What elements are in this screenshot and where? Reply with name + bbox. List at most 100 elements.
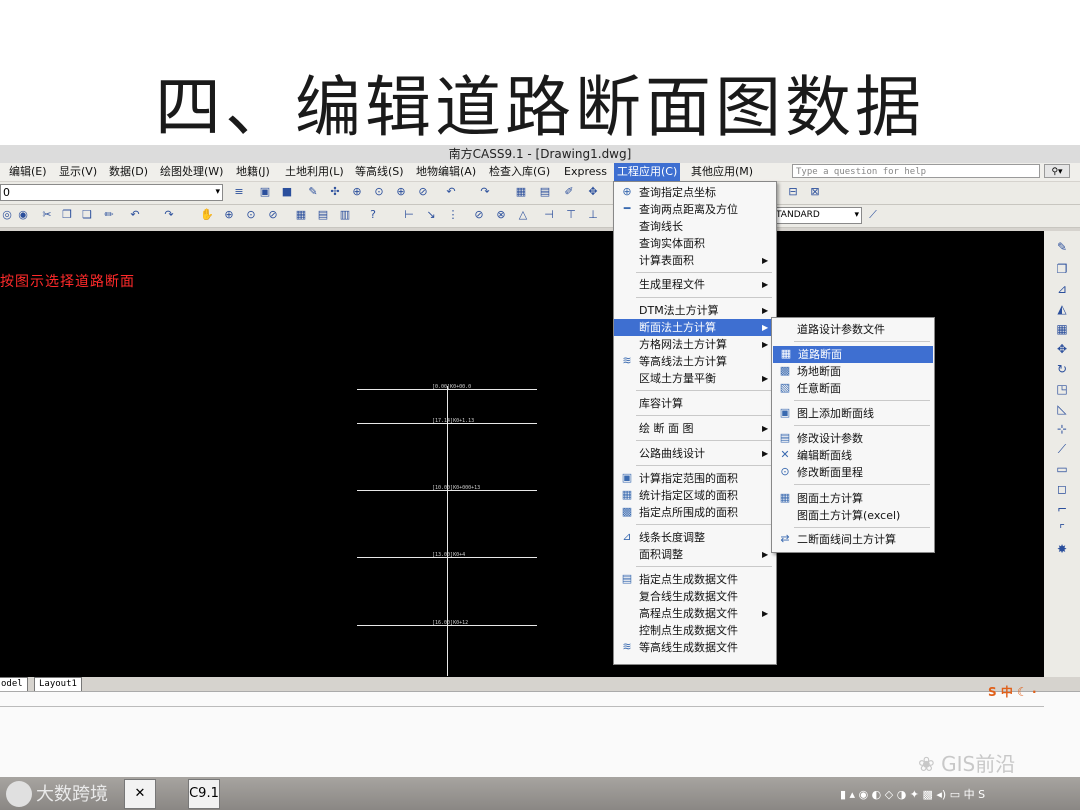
copy-icon[interactable]: ❐	[60, 208, 74, 222]
help-search-input[interactable]: Type a question for help	[792, 164, 1040, 178]
brush-icon[interactable]: ✐	[562, 185, 576, 199]
zoom-window-icon[interactable]: ⊕	[350, 185, 364, 199]
menu-item-capacity[interactable]: 库容计算	[614, 395, 776, 412]
tab-layout1[interactable]: Layout1	[34, 677, 82, 692]
help-icon[interactable]: ?	[366, 208, 380, 222]
design-icon[interactable]: ◉	[16, 208, 30, 222]
redo-icon[interactable]: ↷	[478, 185, 492, 199]
dim-ordinate-icon[interactable]: ⋮	[446, 208, 460, 222]
dim-continue-icon[interactable]: ⊤	[564, 208, 578, 222]
dim-quick-icon[interactable]: ⊥	[586, 208, 600, 222]
copy-object-icon[interactable]: ❐	[1054, 261, 1070, 277]
menu-express[interactable]: Express	[561, 163, 610, 181]
menu-item-control-datafile[interactable]: 控制点生成数据文件	[614, 622, 776, 639]
submenu-item-edit-section-line[interactable]: ✕ 编辑断面线	[772, 447, 934, 464]
menu-item-contour-datafile[interactable]: ≋ 等高线生成数据文件	[614, 639, 776, 656]
menu-item-elevation-datafile[interactable]: 高程点生成数据文件 ▶	[614, 605, 776, 622]
menu-item-draw-section[interactable]: 绘 断 面 图 ▶	[614, 420, 776, 437]
submenu-item-modify-param[interactable]: ▤ 修改设计参数	[772, 430, 934, 447]
tray-language[interactable]: 中	[964, 788, 975, 801]
join-icon[interactable]: ◻	[1054, 481, 1070, 497]
menu-item-range-area[interactable]: ▣ 计算指定范围的面积	[614, 470, 776, 487]
paste-icon[interactable]: ❑	[80, 208, 94, 222]
dim-radius-icon[interactable]: ⊘	[472, 208, 486, 222]
excel-app-icon[interactable]: ✕	[124, 779, 156, 809]
mirror-icon[interactable]: ⊿	[1054, 281, 1070, 297]
submenu-item-arbitrary-section[interactable]: ▧ 任意断面	[772, 380, 934, 397]
start-logo-icon[interactable]	[6, 781, 32, 807]
menu-other[interactable]: 其他应用(M)	[688, 163, 756, 181]
menu-check[interactable]: 检查入库(G)	[486, 163, 553, 181]
menu-edit[interactable]: 编辑(E)	[6, 163, 50, 181]
menu-item-surface-area[interactable]: 计算表面积 ▶	[614, 252, 776, 269]
dim-diameter-icon[interactable]: ⊗	[494, 208, 508, 222]
menu-engineering[interactable]: 工程应用(C)	[614, 163, 681, 181]
menu-item-area-adjust[interactable]: 面积调整 ▶	[614, 546, 776, 563]
menu-item-line-length[interactable]: ⊿ 线条长度调整	[614, 529, 776, 546]
break-icon[interactable]: ▭	[1054, 461, 1070, 477]
menu-data[interactable]: 数据(D)	[106, 163, 151, 181]
menu-drawing[interactable]: 绘图处理(W)	[157, 163, 226, 181]
submenu-item-road-design-file[interactable]: 道路设计参数文件	[772, 321, 934, 338]
offset-icon[interactable]: ◭	[1054, 301, 1070, 317]
menu-item-dtm-earthwork[interactable]: DTM法土方计算 ▶	[614, 302, 776, 319]
pencil-icon[interactable]: ✎	[306, 185, 320, 199]
move-icon[interactable]: ✥	[1054, 341, 1070, 357]
menu-contour[interactable]: 等高线(S)	[352, 163, 407, 181]
dim-baseline-icon[interactable]: ⊣	[542, 208, 556, 222]
trim-icon[interactable]: ⊹	[1054, 421, 1070, 437]
sheet-icon[interactable]: ▤	[316, 208, 330, 222]
zoom-in-icon[interactable]: ⊕	[394, 185, 408, 199]
dimstyle-select[interactable]: TANDARD ▾	[772, 207, 862, 224]
pan-icon[interactable]: ✋	[200, 208, 214, 222]
layer-manager-icon[interactable]: ≡	[232, 185, 246, 199]
dim-angle-icon[interactable]: △	[516, 208, 530, 222]
markup-icon[interactable]: ▥	[338, 208, 352, 222]
save-icon[interactable]: ■	[280, 185, 294, 199]
menu-item-contour-earthwork[interactable]: ≋ 等高线法土方计算	[614, 353, 776, 370]
menu-item-stat-area[interactable]: ▦ 统计指定区域的面积	[614, 487, 776, 504]
menu-item-mileage-file[interactable]: 生成里程文件 ▶	[614, 276, 776, 293]
chamfer-icon[interactable]: ⌐	[1054, 501, 1070, 517]
undo2-icon[interactable]: ↶	[128, 208, 142, 222]
zoom-window2-icon[interactable]: ⊙	[244, 208, 258, 222]
matchprop-icon[interactable]: ✏	[102, 208, 116, 222]
scale-icon[interactable]: ◳	[1054, 381, 1070, 397]
undo-icon[interactable]: ↶	[444, 185, 458, 199]
measure-icon[interactable]: ⊟	[786, 185, 800, 199]
submenu-item-two-section[interactable]: ⇄ 二断面线间土方计算	[772, 531, 934, 548]
dimension-icon[interactable]: ⊠	[808, 185, 822, 199]
menu-item-query-distance[interactable]: ━ 查询两点距离及方位	[614, 201, 776, 218]
zoom-prev2-icon[interactable]: ⊘	[266, 208, 280, 222]
fillet-icon[interactable]: ⌜	[1054, 521, 1070, 537]
submenu-item-earthwork[interactable]: ▦ 图面土方计算	[772, 490, 934, 507]
menu-feature-edit[interactable]: 地物编辑(A)	[413, 163, 479, 181]
dim-aligned-icon[interactable]: ↘	[424, 208, 438, 222]
zoom-icon[interactable]: ⊙	[372, 185, 386, 199]
submenu-item-road-section[interactable]: ▦ 道路断面	[773, 346, 933, 363]
menu-view[interactable]: 显示(V)	[56, 163, 100, 181]
menu-item-query-area[interactable]: 查询实体面积	[614, 235, 776, 252]
menu-item-query-length[interactable]: 查询线长	[614, 218, 776, 235]
menu-item-points-area[interactable]: ▩ 指定点所围成的面积	[614, 504, 776, 521]
table-icon[interactable]: ▤	[538, 185, 552, 199]
cut-icon[interactable]: ✂	[40, 208, 54, 222]
help-search-button[interactable]: ⚲▾	[1044, 164, 1070, 178]
zoom-prev-icon[interactable]: ⊘	[416, 185, 430, 199]
match-icon[interactable]: ✣	[328, 185, 342, 199]
menu-item-polyline-datafile[interactable]: 复合线生成数据文件	[614, 588, 776, 605]
redo2-icon[interactable]: ↷	[162, 208, 176, 222]
menu-item-road-curve[interactable]: 公路曲线设计 ▶	[614, 445, 776, 462]
zoom-realtime-icon[interactable]: ⊕	[222, 208, 236, 222]
submenu-item-modify-mileage[interactable]: ⊙ 修改断面里程	[772, 464, 934, 481]
ime-indicator[interactable]: S 中 ☾ ·	[988, 683, 1078, 703]
menu-item-point-datafile[interactable]: ▤ 指定点生成数据文件	[614, 571, 776, 588]
layer-select[interactable]: 0 ▾	[0, 184, 223, 201]
menu-cadastre[interactable]: 地籍(J)	[233, 163, 273, 181]
tab-model[interactable]: odel	[0, 677, 28, 692]
extend-icon[interactable]: ⟋	[1054, 441, 1070, 457]
move-icon[interactable]: ✥	[586, 185, 600, 199]
pencil-icon[interactable]: ✎	[1054, 239, 1070, 255]
stretch-icon[interactable]: ◺	[1054, 401, 1070, 417]
cass-app-button[interactable]: C9.1	[188, 779, 220, 809]
